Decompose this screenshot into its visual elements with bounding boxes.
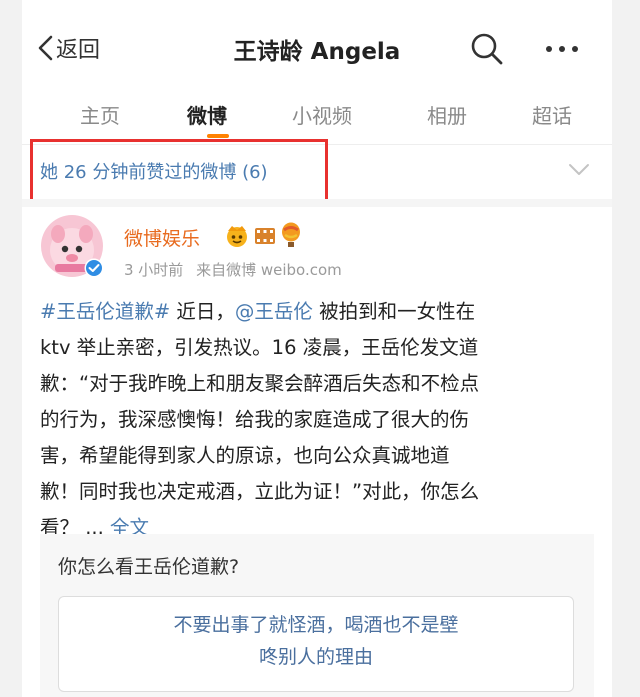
active-tab-indicator (207, 134, 229, 138)
search-icon[interactable] (469, 31, 505, 67)
poll-card: 你怎么看王岳伦道歉? 不要出事了就怪酒，喝酒也不是壁 咚别人的理由 (40, 534, 594, 697)
tab-album[interactable]: 相册 (427, 100, 467, 129)
balloon-emoji-icon (282, 222, 300, 247)
poll-question: 你怎么看王岳伦道歉? (58, 556, 240, 578)
poll-option-label: 不要出事了就怪酒，喝酒也不是壁 咚别人的理由 (173, 614, 459, 668)
tab-super-topic[interactable]: 超话 (532, 100, 572, 129)
page-title: 王诗龄 Angela (233, 39, 401, 65)
chevron-down-icon[interactable] (568, 163, 590, 177)
author-badges (224, 222, 302, 248)
more-icon[interactable] (542, 35, 582, 63)
tab-home[interactable]: 主页 (80, 100, 120, 129)
post-meta: 3 小时前 来自微博 weibo.com (124, 259, 342, 280)
nav-bar: 返回 王诗龄 Angela (22, 0, 612, 84)
film-emoji-icon (255, 228, 275, 244)
crown-emoji-icon (227, 226, 247, 247)
section-divider (22, 199, 612, 207)
post-text: #王岳伦道歉# 近日，@王岳伦 被拍到和一女性在 ktv 举止亲密，引发热议。1… (40, 294, 596, 546)
verified-badge-icon (84, 258, 104, 278)
profile-tabs: 主页 微博 小视频 相册 超话 (22, 84, 612, 145)
author-name[interactable]: 微博娱乐 (124, 224, 200, 251)
app-screen: 返回 王诗龄 Angela 主页 微博 小视频 相册 超话 她 26 分钟前赞过… (22, 0, 612, 697)
annotation-highlight-box (30, 139, 328, 203)
post-source[interactable]: 来自微博 weibo.com (196, 261, 342, 279)
hashtag-link[interactable]: #王岳伦道歉# (40, 300, 170, 323)
mention-link[interactable]: @王岳伦 (235, 300, 313, 323)
post-time: 3 小时前 (124, 261, 184, 279)
tab-weibo[interactable]: 微博 (187, 100, 227, 129)
tab-short-video[interactable]: 小视频 (292, 100, 352, 129)
post-text-part-1: 近日， (170, 300, 235, 323)
poll-option-button[interactable]: 不要出事了就怪酒，喝酒也不是壁 咚别人的理由 (58, 596, 574, 692)
post-text-part-2: 被拍到和一女性在 ktv 举止亲密，引发热议。16 凌晨，王岳伦发文道 歉：“对… (40, 300, 480, 539)
